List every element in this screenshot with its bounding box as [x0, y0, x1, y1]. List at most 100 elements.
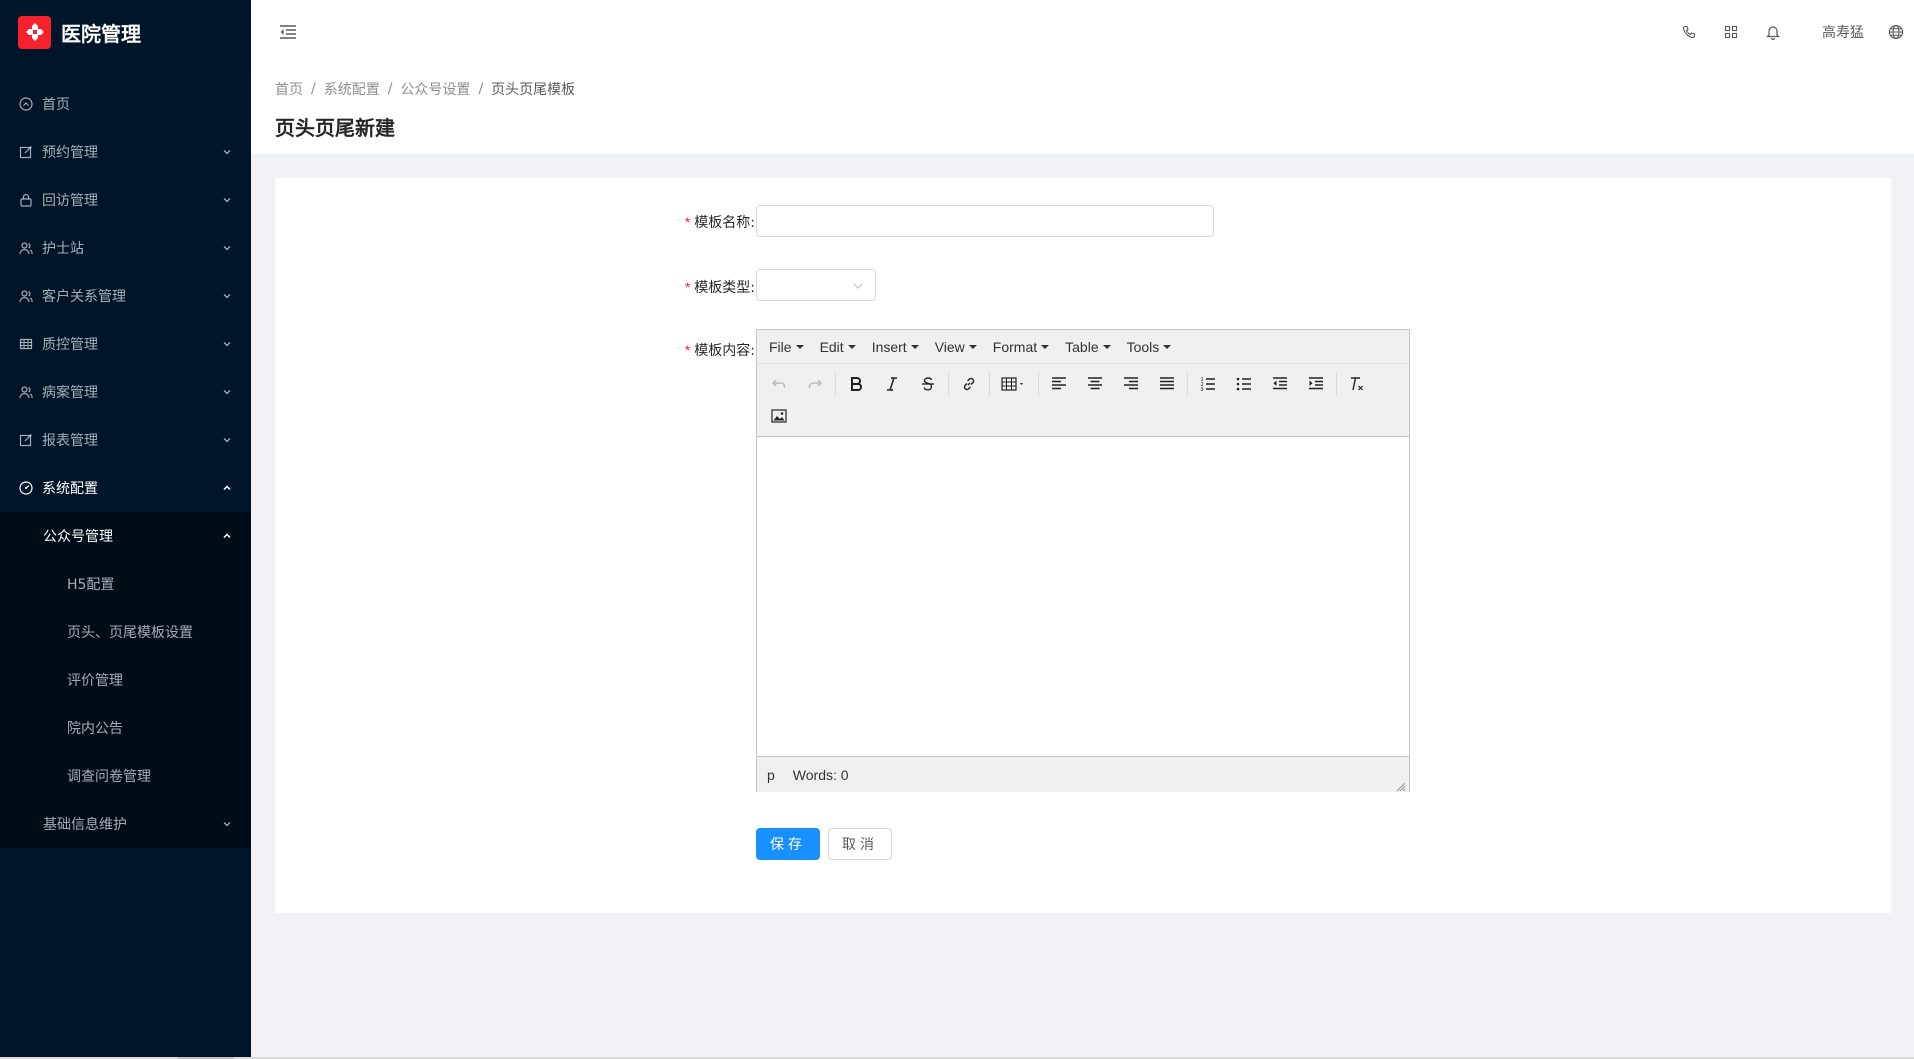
save-button[interactable]: 保存: [756, 828, 820, 860]
sidebar-item-announcement[interactable]: 院内公告: [0, 704, 251, 752]
sidebar-item-label: 回访管理: [42, 193, 98, 209]
sidebar-item-evaluation[interactable]: 评价管理: [0, 656, 251, 704]
cancel-button[interactable]: 取消: [828, 828, 892, 860]
appstore-icon[interactable]: [1710, 0, 1752, 64]
resize-handle-icon[interactable]: [1396, 779, 1406, 792]
toolbar-divider: [1336, 372, 1337, 396]
template-name-input[interactable]: [756, 205, 1214, 237]
bell-icon[interactable]: [1752, 0, 1794, 64]
sidebar-item-quality[interactable]: 质控管理: [0, 320, 251, 368]
header-actions: 高寿猛: [1668, 0, 1914, 64]
outdent-icon[interactable]: [1262, 369, 1298, 399]
sidebar-item-header-footer-template[interactable]: 页头、页尾模板设置: [0, 608, 251, 656]
sidebar-item-public-account[interactable]: 公众号管理: [0, 512, 251, 560]
redo-icon[interactable]: [797, 369, 833, 399]
table-icon: [18, 336, 34, 352]
page-header: 首页 / 系统配置 / 公众号设置 / 页头页尾模板 页头页尾新建: [251, 64, 1914, 154]
editor-statusbar: p Words: 0: [757, 756, 1409, 792]
template-type-select[interactable]: [756, 269, 876, 301]
indent-icon[interactable]: [1298, 369, 1334, 399]
toolbar-row: 123: [761, 368, 1405, 400]
align-left-icon[interactable]: [1041, 369, 1077, 399]
breadcrumb-home[interactable]: 首页: [275, 79, 303, 99]
sidebar-item-crm[interactable]: 客户关系管理: [0, 272, 251, 320]
sidebar-item-nurse-station[interactable]: 护士站: [0, 224, 251, 272]
form-icon: [18, 144, 34, 160]
global-icon[interactable]: [1878, 0, 1914, 64]
sidebar-item-home[interactable]: 首页: [0, 80, 251, 128]
breadcrumb-system-config[interactable]: 系统配置: [324, 79, 380, 99]
editor-menu-tools[interactable]: Tools: [1119, 333, 1180, 361]
sidebar-item-label: 护士站: [42, 241, 84, 257]
breadcrumb-public-account[interactable]: 公众号设置: [400, 79, 470, 99]
sidebar-item-label: H5配置: [67, 577, 115, 593]
sidebar-item-label: 评价管理: [67, 673, 123, 689]
editor-menu-file[interactable]: File: [761, 333, 812, 361]
editor-menu-edit[interactable]: Edit: [812, 333, 864, 361]
sidebar-menu: 首页 预约管理 回访管理 护士站 客户关系管理 质控管理 病案管理 报表管理 系…: [0, 80, 251, 512]
page-title: 页头页尾新建: [275, 116, 395, 140]
bold-icon[interactable]: [838, 369, 874, 399]
form-card: * 模板名称: * 模板类型: * 模板内容: File Edit Insert Vi…: [275, 178, 1891, 913]
chevron-down-icon: [221, 242, 233, 254]
sidebar-item-label: 基础信息维护: [43, 817, 127, 833]
align-right-icon[interactable]: [1113, 369, 1149, 399]
sidebar-item-appointment[interactable]: 预约管理: [0, 128, 251, 176]
user-name[interactable]: 高寿猛: [1794, 22, 1878, 42]
link-icon[interactable]: [951, 369, 987, 399]
sidebar-item-label: 预约管理: [42, 145, 98, 161]
form-icon: [18, 432, 34, 448]
sidebar-item-followup[interactable]: 回访管理: [0, 176, 251, 224]
team-icon: [18, 240, 34, 256]
table-icon[interactable]: [992, 369, 1036, 399]
editor-menu-table[interactable]: Table: [1057, 333, 1118, 361]
numbered-list-icon[interactable]: 123: [1190, 369, 1226, 399]
sidebar-item-medical-records[interactable]: 病案管理: [0, 368, 251, 416]
editor-menu-insert[interactable]: Insert: [864, 333, 927, 361]
undo-icon[interactable]: [761, 369, 797, 399]
sidebar-item-label: 调查问卷管理: [67, 769, 151, 785]
sidebar-item-system-config[interactable]: 系统配置: [0, 464, 251, 512]
word-count: Words: 0: [792, 766, 849, 783]
required-mark: *: [684, 279, 691, 295]
element-path[interactable]: p: [767, 767, 775, 783]
align-center-icon[interactable]: [1077, 369, 1113, 399]
menu-label: File: [769, 338, 792, 355]
editor-menu-view[interactable]: View: [927, 333, 985, 361]
breadcrumb-separator: /: [311, 81, 316, 97]
template-content-label: * 模板内容:: [665, 340, 755, 360]
strikethrough-icon[interactable]: [910, 369, 946, 399]
sidebar-item-h5-config[interactable]: H5配置: [0, 560, 251, 608]
editor-menu-format[interactable]: Format: [985, 333, 1057, 361]
italic-icon[interactable]: [874, 369, 910, 399]
public-account-submenu: H5配置 页头、页尾模板设置 评价管理 院内公告 调查问卷管理: [0, 560, 251, 800]
editor-content-area[interactable]: [757, 437, 1409, 756]
chevron-down-icon: [221, 434, 233, 446]
sidebar-item-survey[interactable]: 调查问卷管理: [0, 752, 251, 800]
toolbar-divider: [948, 372, 949, 396]
bullet-list-icon[interactable]: [1226, 369, 1262, 399]
sidebar-item-label: 系统配置: [42, 481, 98, 497]
label-text: 模板内容:: [694, 343, 755, 359]
rich-text-editor: File Edit Insert View Format Table Tools: [756, 329, 1410, 792]
sidebar-item-reports[interactable]: 报表管理: [0, 416, 251, 464]
sidebar-item-basic-info[interactable]: 基础信息维护: [0, 800, 251, 848]
caret-down-icon: [1041, 344, 1050, 349]
label-text: 模板类型:: [694, 280, 755, 296]
align-justify-icon[interactable]: [1149, 369, 1185, 399]
hospital-cross-icon: [18, 15, 51, 49]
phone-icon[interactable]: [1668, 0, 1710, 64]
chevron-down-icon: [221, 194, 233, 206]
menu-label: Tools: [1126, 338, 1160, 355]
system-config-submenu: 公众号管理 H5配置 页头、页尾模板设置 评价管理 院内公告 调查问卷管理 基础…: [0, 512, 251, 848]
team-icon: [18, 384, 34, 400]
chevron-down-icon: [221, 338, 233, 350]
sidebar-item-label: 页头、页尾模板设置: [67, 625, 193, 641]
menu-fold-icon[interactable]: [275, 19, 301, 45]
image-icon[interactable]: [761, 401, 797, 431]
logo[interactable]: 医院管理: [0, 0, 251, 64]
menu-label: View: [934, 338, 965, 355]
chevron-up-icon: [221, 530, 233, 542]
toolbar-row: [761, 400, 1405, 432]
clear-formatting-icon[interactable]: [1339, 369, 1375, 399]
